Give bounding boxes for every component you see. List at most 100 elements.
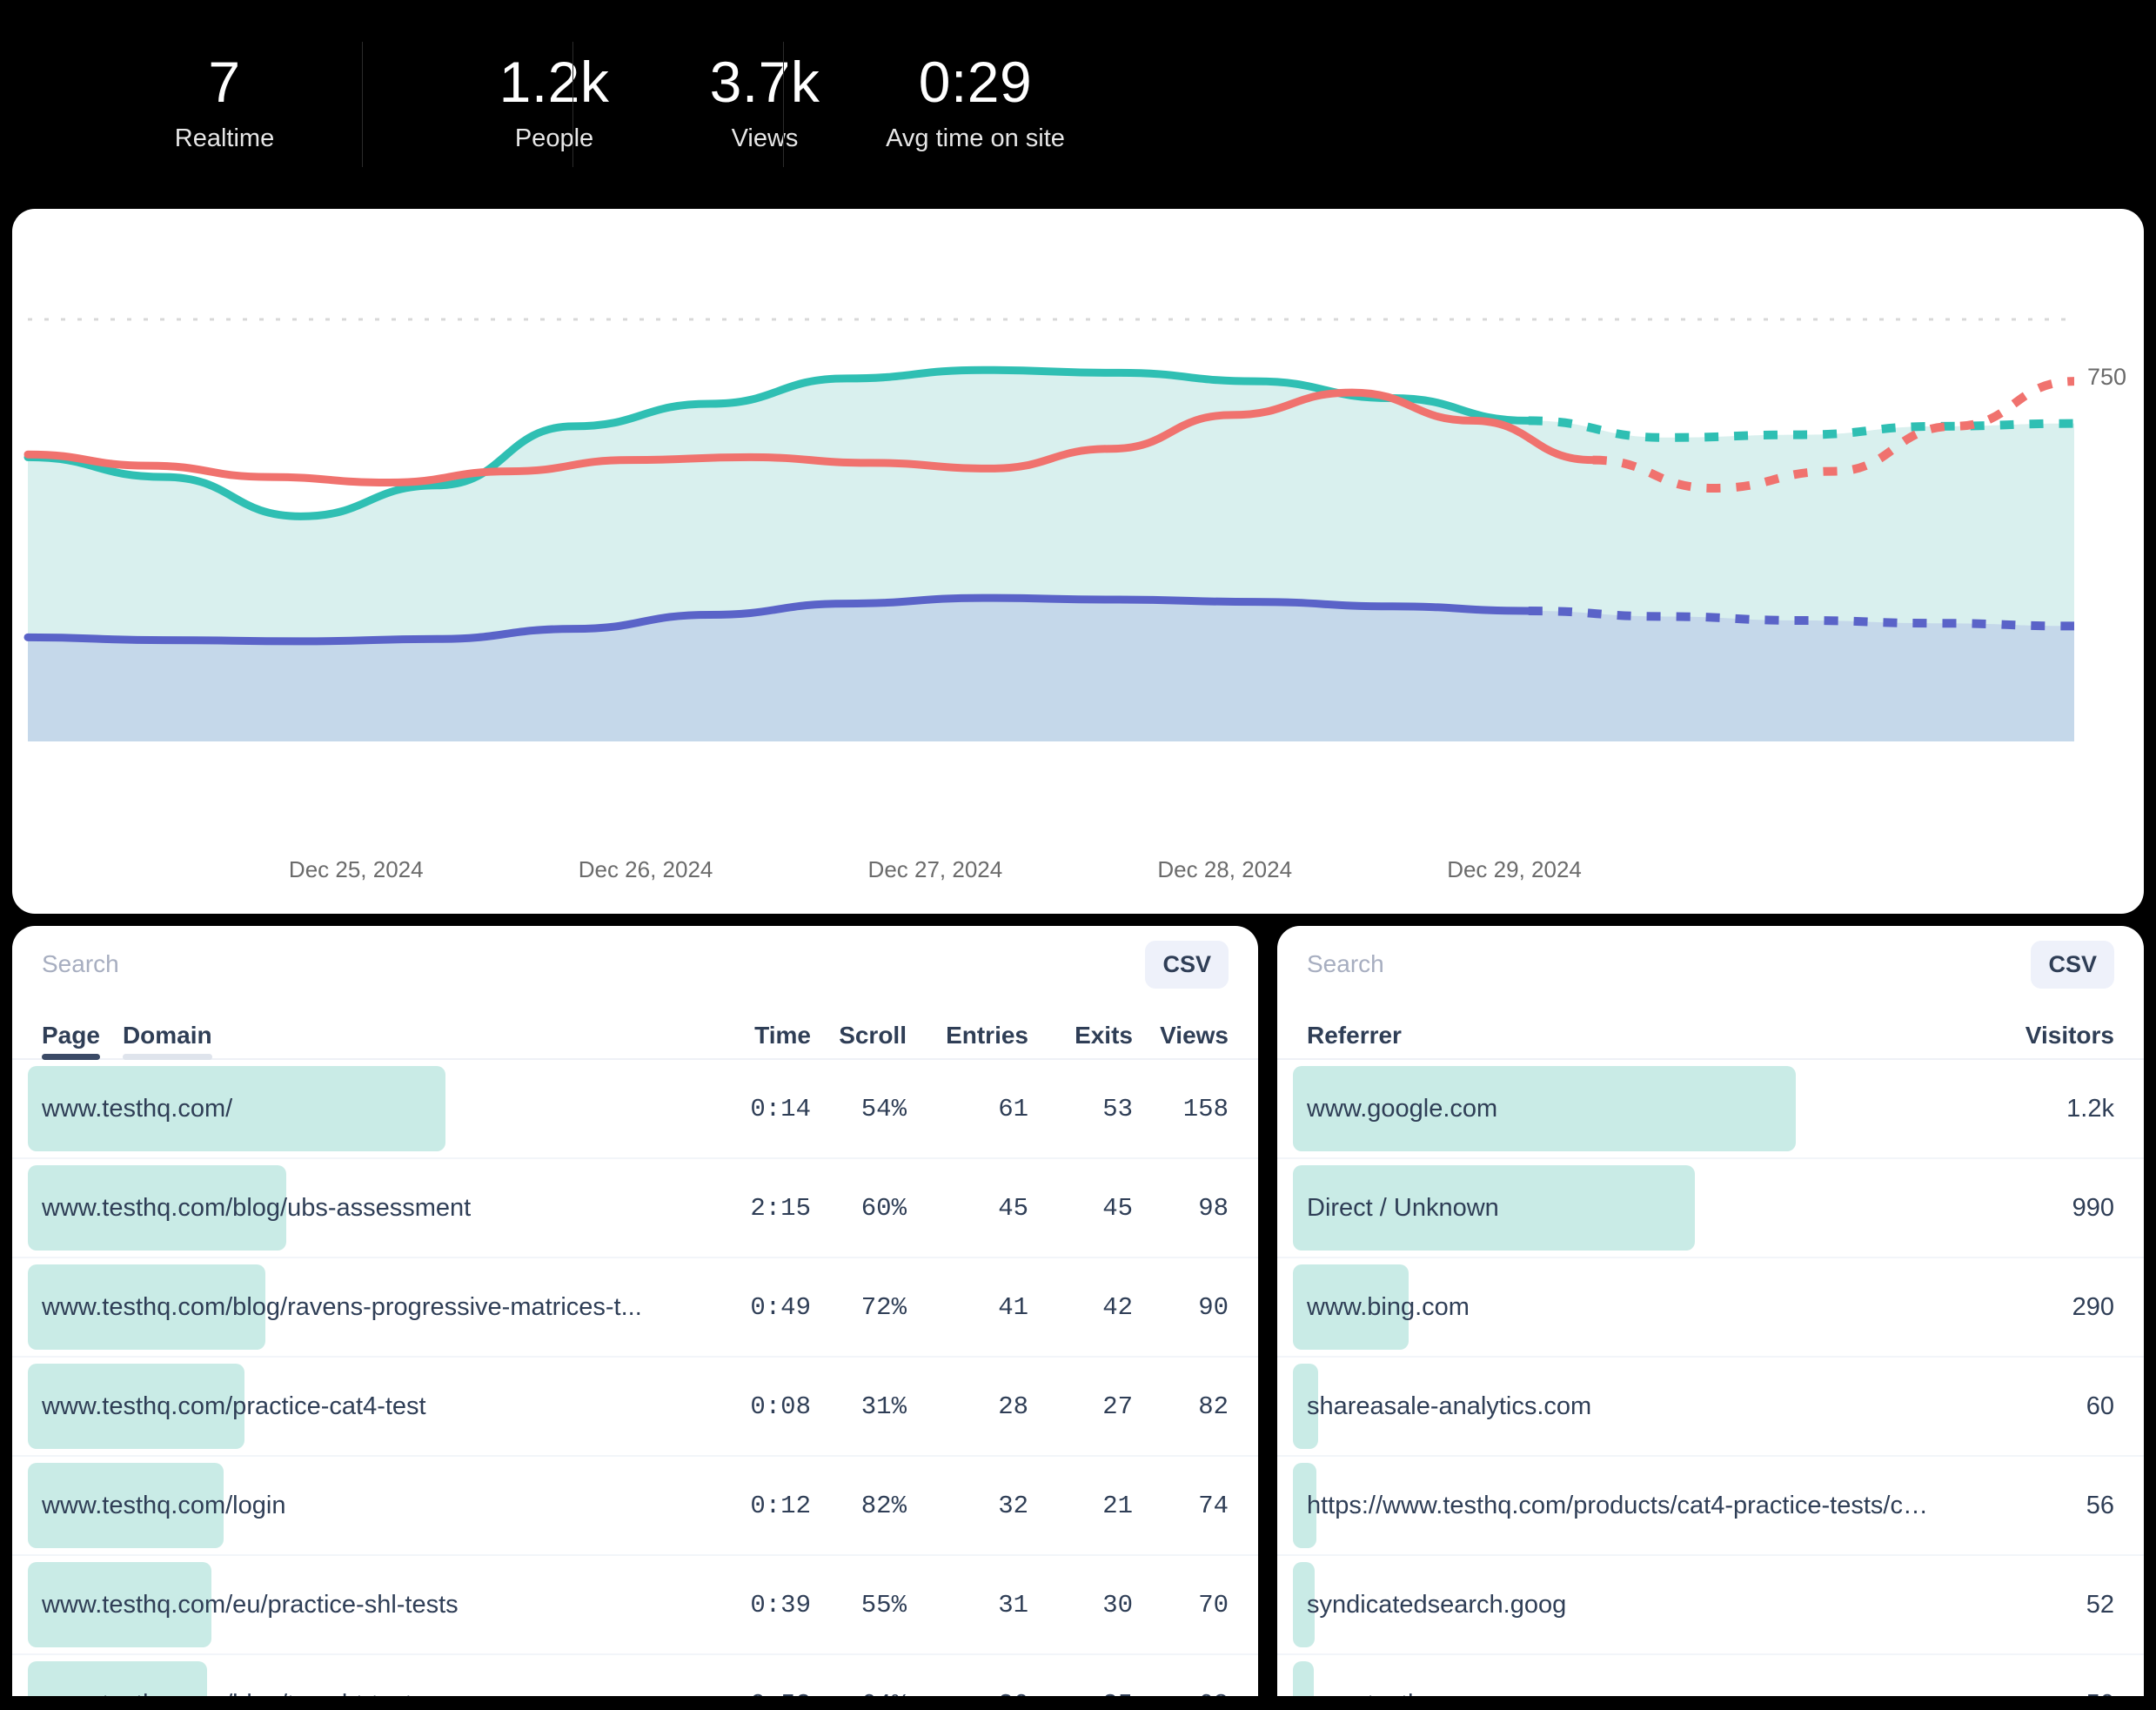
table-row[interactable]: www.testhq.com/blog/ubs-assessment 2:15 60… [12, 1159, 1258, 1258]
row-metrics: 52 [1984, 1591, 2114, 1619]
table-row[interactable]: Direct / Unknown 990 [1277, 1159, 2144, 1258]
page-url[interactable]: www.testhq.com/eu/practice-shl-tests [42, 1591, 459, 1619]
cell-entries: 32 [998, 1491, 1028, 1520]
referrers-table-header: Referrer Visitors [1277, 1003, 2144, 1060]
page-url[interactable]: www.testhq.com/blog/ubs-assessment [42, 1194, 471, 1223]
stat-value: 3.7k [709, 49, 820, 114]
pages-table-header: Page Domain Time Scroll Entries Exits Vi… [12, 1003, 1258, 1060]
column-header-exits[interactable]: Exits [1028, 1022, 1133, 1058]
column-header-visitors[interactable]: Visitors [1984, 1022, 2114, 1058]
referrers-table-body: www.google.com 1.2k Direct / Unknown 990 www… [1277, 1060, 2144, 1696]
row-metrics: 56 [1984, 1492, 2114, 1520]
cell-views: 158 [1182, 1094, 1229, 1123]
cell-time: 0:12 [750, 1491, 811, 1520]
row-metrics: 0:39 55% 31 30 70 [680, 1591, 1229, 1619]
cell-scroll: 82% [860, 1491, 907, 1520]
cell-visitors: 60 [2086, 1391, 2114, 1420]
table-row[interactable]: shareasale-analytics.com 60 [1277, 1358, 2144, 1457]
page-url[interactable]: www.testhq.com/login [42, 1492, 285, 1520]
table-row[interactable]: www.testhq.com/blog/tsa-cbt-test0:5364%2… [12, 1655, 1258, 1696]
table-row[interactable]: www.testhq.com/eu/practice-shl-tests 0:39… [12, 1556, 1258, 1655]
row-metrics: 50 [1984, 1690, 2114, 1697]
referrer-name[interactable]: www.google.com [1307, 1095, 1497, 1123]
cell-scroll: 55% [860, 1590, 907, 1619]
cell-time: 2:15 [750, 1193, 811, 1223]
page-url[interactable]: www.testhq.com/practice-cat4-test [42, 1392, 426, 1421]
cell-visitors: 990 [2072, 1193, 2114, 1222]
x-tick-label: Dec 25, 2024 [288, 856, 424, 882]
cell-time: 0:39 [750, 1590, 811, 1619]
row-metrics: 0:49 72% 41 42 90 [680, 1293, 1229, 1322]
stat-card-realtime[interactable]: 7 Realtime [0, 30, 449, 179]
referrer-name[interactable]: https://www.testhq.com/products/cat4-pra… [1307, 1492, 1933, 1520]
table-row[interactable]: www.testhq.com/0:14 54% 61 53 158 [12, 1060, 1258, 1159]
x-tick-label: Dec 28, 2024 [1157, 856, 1293, 882]
referrer-name[interactable]: Direct / Unknown [1307, 1194, 1499, 1223]
cell-exits: 42 [1102, 1292, 1133, 1322]
table-row[interactable]: www.testhq.com/login 0:12 82% 32 21 74 [12, 1457, 1258, 1556]
referrer-name[interactable]: www.bing.com [1307, 1293, 1470, 1322]
column-header-time[interactable]: Time [680, 1022, 811, 1058]
tab-domain[interactable]: Domain [122, 1022, 212, 1060]
stat-card-avg-time[interactable]: 0:29 Avg time on site [783, 30, 1081, 179]
cell-entries: 26 [907, 1690, 1028, 1697]
page-url[interactable]: www.testhq.com/blog/tsa-cbt-test [42, 1690, 412, 1697]
cell-exits: 25 [1028, 1690, 1133, 1697]
cell-entries: 31 [998, 1590, 1028, 1619]
referrers-column-headers: Visitors [1984, 1022, 2114, 1058]
stat-value: 1.2k [499, 49, 610, 114]
table-row[interactable]: syndicatedsearch.goog 52 [1277, 1556, 2144, 1655]
chart-plot-area [12, 209, 2144, 914]
stat-card-people[interactable]: 1.2k People [362, 30, 660, 179]
cell-visitors: 1.2k [2066, 1094, 2114, 1123]
pages-panel-toolbar: CSV [12, 926, 1258, 1003]
referrer-name[interactable]: shareasale-analytics.com [1307, 1392, 1591, 1421]
row-metrics: 290 [1984, 1293, 2114, 1322]
table-row[interactable]: www.testhq.com/blog/ravens-progressive-m… [12, 1258, 1258, 1358]
csv-export-button[interactable]: CSV [1145, 940, 1229, 989]
cell-views: 70 [1198, 1590, 1229, 1619]
cell-exits: 27 [1102, 1391, 1133, 1421]
row-metrics: 0:08 31% 28 27 82 [680, 1392, 1229, 1421]
column-header-scroll[interactable]: Scroll [811, 1022, 907, 1058]
page-url[interactable]: www.testhq.com/blog/ravens-progressive-m… [42, 1293, 642, 1322]
cell-views: 82 [1198, 1391, 1229, 1421]
cell-entries: 61 [998, 1094, 1028, 1123]
stat-card-views[interactable]: 3.7k Views [572, 30, 870, 179]
page-url[interactable]: www.testhq.com/ [42, 1095, 232, 1123]
cell-exits: 21 [1102, 1491, 1133, 1520]
traffic-chart-card[interactable]: 750 Dec 25, 2024 Dec 26, 2024 Dec 27, 2024… [12, 209, 2144, 914]
cell-scroll: 54% [860, 1094, 907, 1123]
table-row[interactable]: www.testhq.com 50 [1277, 1655, 2144, 1696]
table-row[interactable]: www.google.com 1.2k [1277, 1060, 2144, 1159]
column-header-views[interactable]: Views [1133, 1022, 1229, 1058]
row-metrics: 2:15 60% 45 45 98 [680, 1194, 1229, 1223]
row-metrics: 0:12 82% 32 21 74 [680, 1492, 1229, 1520]
row-metrics: 1.2k [1984, 1095, 2114, 1123]
referrer-name[interactable]: www.testhq.com [1307, 1690, 1490, 1697]
csv-export-button[interactable]: CSV [2031, 940, 2114, 989]
table-row[interactable]: www.testhq.com/practice-cat4-test 0:08 31%… [12, 1358, 1258, 1457]
cell-scroll: 64% [811, 1690, 907, 1697]
referrer-name[interactable]: syndicatedsearch.goog [1307, 1591, 1566, 1619]
stat-label: Realtime [174, 124, 275, 153]
column-header-entries[interactable]: Entries [907, 1022, 1028, 1058]
cell-time: 0:49 [750, 1292, 811, 1322]
cell-entries: 41 [998, 1292, 1028, 1322]
cell-entries: 28 [998, 1391, 1028, 1421]
stat-value: 7 [208, 49, 241, 114]
column-header-referrer[interactable]: Referrer [1307, 1022, 1402, 1058]
stat-label: Avg time on site [886, 124, 1065, 153]
table-row[interactable]: https://www.testhq.com/products/cat4-pra… [1277, 1457, 2144, 1556]
cell-scroll: 60% [860, 1193, 907, 1223]
pages-tab-group: Page Domain [42, 1022, 212, 1060]
search-input[interactable] [1307, 950, 2032, 978]
cell-scroll: 31% [860, 1391, 907, 1421]
cell-time: 0:53 [680, 1690, 811, 1697]
table-row[interactable]: www.bing.com 290 [1277, 1258, 2144, 1358]
cell-time: 0:08 [750, 1391, 811, 1421]
cell-entries: 45 [998, 1193, 1028, 1223]
tab-page[interactable]: Page [42, 1022, 100, 1060]
search-input[interactable] [42, 950, 1146, 978]
cell-scroll: 72% [860, 1292, 907, 1322]
